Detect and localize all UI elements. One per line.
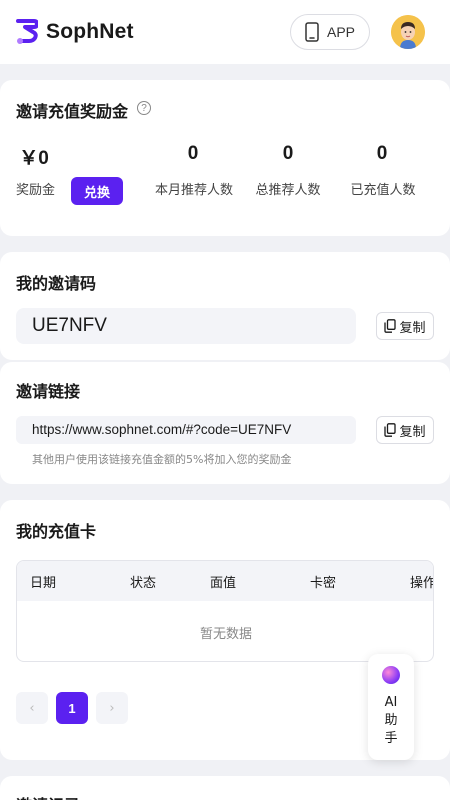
ai-orb-icon: [382, 666, 400, 684]
total-referrals-value: 0: [282, 143, 294, 164]
brand-logo[interactable]: SophNet: [16, 19, 134, 45]
user-avatar[interactable]: [391, 15, 425, 49]
ai-assistant-label: AI 助 手: [368, 694, 414, 748]
ai-label-line-1: AI: [384, 695, 398, 710]
brand-name: SophNet: [46, 20, 134, 43]
recharged-users-value: 0: [376, 143, 388, 164]
phone-icon: [305, 22, 319, 42]
ai-assistant-button[interactable]: AI 助 手: [368, 654, 414, 760]
reward-balance-value: ￥0: [19, 148, 49, 169]
column-header-status: 状态: [130, 576, 157, 591]
rewards-title: 邀请充值奖励金: [16, 102, 129, 121]
app-download-button[interactable]: APP: [290, 14, 370, 50]
app-button-label: APP: [326, 24, 355, 40]
recharge-cards-title: 我的充值卡: [16, 522, 97, 541]
copy-code-label: 复制: [399, 320, 426, 336]
invite-records-title: 邀请记录: [16, 792, 80, 800]
recharged-users-label: 已充值人数: [350, 183, 416, 198]
table-empty-state: 暂无数据: [199, 627, 252, 642]
invite-code-title: 我的邀请码: [16, 274, 97, 293]
ai-label-line-2: 助: [384, 713, 398, 728]
table-header: 日期 状态 面值 卡密 操作: [17, 561, 434, 601]
help-icon[interactable]: ?: [137, 101, 151, 115]
pagination-page-1[interactable]: 1: [56, 692, 88, 724]
copy-icon: [384, 423, 397, 437]
recharge-cards-table: 日期 状态 面值 卡密 操作 暂无数据: [16, 560, 434, 662]
column-header-actions: 操作: [410, 576, 434, 591]
redeem-button[interactable]: 兑换: [71, 177, 123, 205]
column-header-value: 面值: [210, 576, 237, 591]
copy-code-button[interactable]: 复制: [376, 312, 434, 340]
copy-icon: [384, 319, 397, 333]
invite-link-title: 邀请链接: [16, 382, 81, 401]
column-header-date: 日期: [30, 576, 57, 591]
invite-link-display: https://www.sophnet.com/#?code=UE7NFV: [16, 416, 356, 444]
invite-link-hint: 其他用户使用该链接充值金额的5%将加入您的奖励金: [32, 453, 292, 466]
copy-link-label: 复制: [399, 424, 426, 440]
reward-balance-label: 奖励金: [16, 183, 56, 198]
month-referrals-label: 本月推荐人数: [155, 183, 234, 198]
pagination-next-button[interactable]: ›: [96, 692, 128, 724]
column-header-card-key: 卡密: [310, 576, 337, 591]
invite-code-display: UE7NFV: [16, 308, 356, 344]
month-referrals-value: 0: [187, 143, 199, 164]
sophnet-logo-icon: [16, 19, 39, 45]
ai-label-line-3: 手: [384, 731, 398, 746]
pagination-prev-button[interactable]: ‹: [16, 692, 48, 724]
top-header: SophNet APP: [0, 0, 450, 64]
total-referrals-label: 总推荐人数: [255, 183, 321, 198]
copy-link-button[interactable]: 复制: [376, 416, 434, 444]
